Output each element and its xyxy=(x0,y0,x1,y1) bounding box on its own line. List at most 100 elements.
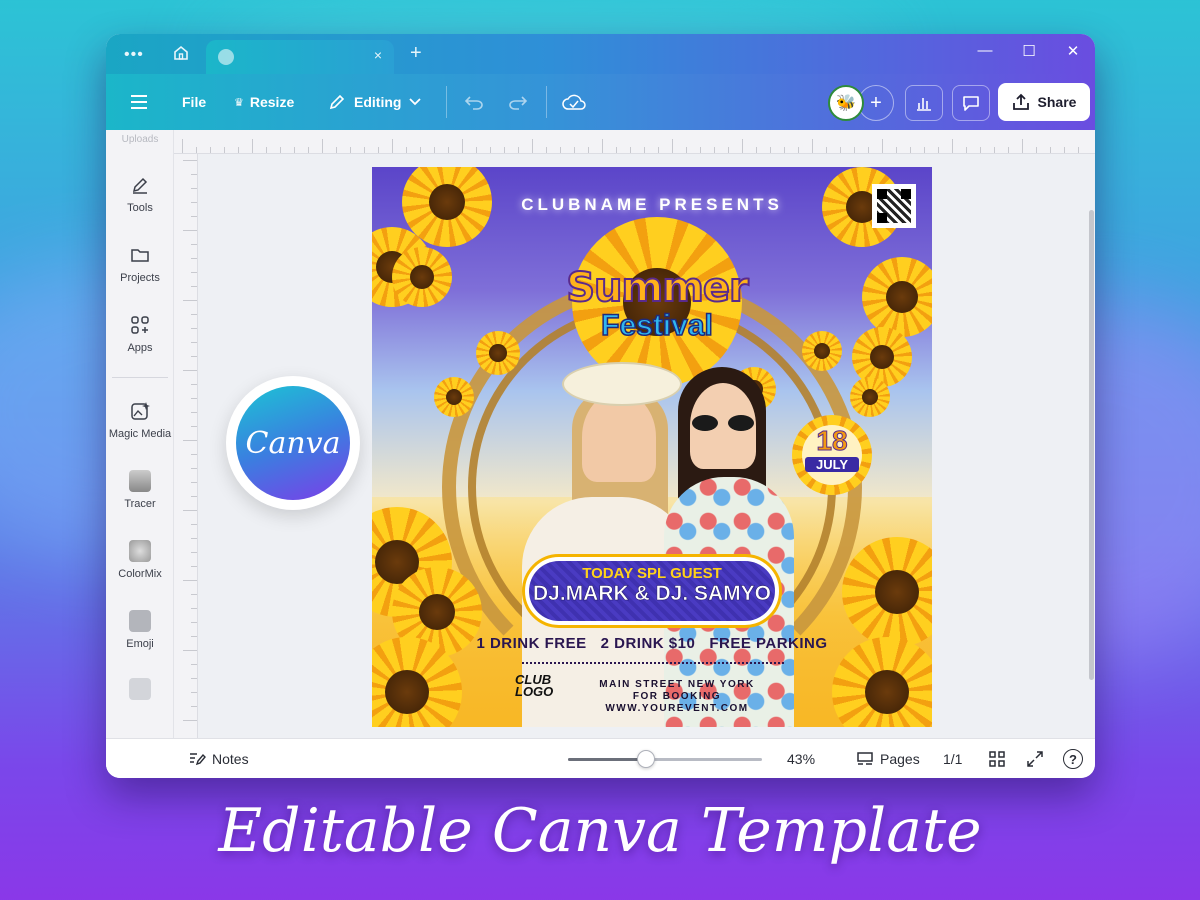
ruler-tick xyxy=(658,147,659,153)
share-button[interactable]: Share xyxy=(998,83,1090,121)
canva-tab-icon xyxy=(218,49,234,65)
horizontal-ruler xyxy=(174,130,1095,154)
ruler-tick xyxy=(392,139,393,153)
close-window-icon[interactable]: ✕ xyxy=(1058,42,1088,60)
resize-label: Resize xyxy=(249,94,295,110)
more-menu-icon[interactable]: ••• xyxy=(124,46,144,64)
editing-mode-dropdown[interactable]: Editing xyxy=(328,74,422,130)
new-tab-icon[interactable]: + xyxy=(410,42,422,65)
sidebar-item-magic-media[interactable]: Magic Media xyxy=(106,400,174,440)
ruler-tick xyxy=(191,636,197,637)
tab-canva-design[interactable]: × xyxy=(206,40,394,74)
flyer-presenter[interactable]: CLUBNAME PRESENTS xyxy=(372,195,932,215)
ruler-tick xyxy=(686,147,687,153)
ruler-tick xyxy=(1022,139,1023,153)
comment-icon[interactable] xyxy=(952,85,990,121)
ruler-tick xyxy=(616,147,617,153)
sidebar-item-projects[interactable]: Projects xyxy=(106,244,174,284)
drink-offers[interactable]: 1 DRINK FREE 2 DRINK $10 FREE PARKING xyxy=(372,635,932,652)
ruler-tick xyxy=(350,147,351,153)
ruler-tick xyxy=(518,147,519,153)
ruler-tick xyxy=(966,147,967,153)
club-logo[interactable]: CLUB LOGO xyxy=(515,673,555,698)
sun-hat xyxy=(562,362,682,406)
file-menu[interactable]: File xyxy=(182,74,206,130)
date-day: 18 xyxy=(816,425,848,457)
notes-button[interactable]: Notes xyxy=(188,739,249,778)
sunflower-icon xyxy=(802,331,842,371)
ruler-tick xyxy=(191,258,197,259)
title-bar: ••• × + — ☐ ✕ xyxy=(106,34,1095,74)
resize-button[interactable]: ♛ Resize xyxy=(234,74,294,130)
minimize-icon[interactable]: — xyxy=(970,42,1000,59)
flyer-title-summer[interactable]: Summer xyxy=(562,264,752,312)
grid-view-icon[interactable] xyxy=(988,739,1006,778)
ruler-tick xyxy=(191,706,197,707)
booking-line: FOR BOOKING WWW.YOUREVENT.COM xyxy=(605,691,749,714)
undo-icon[interactable] xyxy=(464,74,484,130)
ruler-tick xyxy=(420,147,421,153)
home-icon[interactable] xyxy=(172,44,190,62)
main-menu-icon[interactable] xyxy=(130,74,148,130)
guest-banner[interactable]: TODAY SPL GUEST DJ.MARK & DJ. SAMYO xyxy=(522,554,782,628)
event-address[interactable]: MAIN STREET NEW YORK FOR BOOKING WWW.YOU… xyxy=(567,679,787,715)
date-month: JULY xyxy=(805,457,859,472)
help-button[interactable]: ? xyxy=(1063,739,1083,778)
ruler-tick xyxy=(756,147,757,153)
sunflower-icon xyxy=(434,377,474,417)
cloud-saved-icon[interactable] xyxy=(562,74,586,130)
sidebar-item-uploads[interactable]: Uploads xyxy=(106,134,174,145)
sidebar-item-label: Emoji xyxy=(126,638,154,650)
user-avatar[interactable]: 🐝 xyxy=(828,85,864,121)
flyer-title-festival[interactable]: Festival xyxy=(582,308,732,343)
flyer-design[interactable]: CLUBNAME PRESENTS Summer Festival 18 JUL… xyxy=(372,167,932,727)
ruler-tick xyxy=(191,188,197,189)
ruler-tick xyxy=(191,398,197,399)
ruler-tick xyxy=(183,720,197,721)
ruler-tick xyxy=(183,230,197,231)
ruler-tick xyxy=(183,440,197,441)
ruler-tick xyxy=(910,147,911,153)
ruler-tick xyxy=(191,524,197,525)
sidebar-item-emoji[interactable]: Emoji xyxy=(106,610,174,650)
vertical-scrollbar[interactable] xyxy=(1089,210,1094,680)
sunflower-icon xyxy=(862,257,932,337)
ruler-tick xyxy=(191,496,197,497)
ruler-tick xyxy=(191,174,197,175)
zoom-percentage[interactable]: 43% xyxy=(787,739,815,778)
sidebar-item-apps[interactable]: Apps xyxy=(106,314,174,354)
ruler-tick xyxy=(840,147,841,153)
ruler-tick xyxy=(882,139,883,153)
notes-label: Notes xyxy=(212,751,249,767)
ruler-tick xyxy=(191,356,197,357)
fullscreen-icon[interactable] xyxy=(1026,739,1044,778)
maximize-icon[interactable]: ☐ xyxy=(1014,42,1044,60)
sidebar-item-tracer[interactable]: Tracer xyxy=(106,470,174,510)
ruler-tick xyxy=(336,147,337,153)
pages-button[interactable]: Pages xyxy=(856,739,920,778)
insights-icon[interactable] xyxy=(905,85,943,121)
redo-icon[interactable] xyxy=(508,74,528,130)
ruler-tick xyxy=(191,202,197,203)
sidebar-item-partial[interactable] xyxy=(106,678,174,706)
help-icon: ? xyxy=(1063,749,1083,769)
ruler-tick xyxy=(994,147,995,153)
ruler-tick xyxy=(770,147,771,153)
ruler-tick xyxy=(294,147,295,153)
date-badge[interactable]: 18 JULY xyxy=(792,415,872,495)
ruler-tick xyxy=(183,160,197,161)
sidebar-divider xyxy=(112,377,168,378)
editing-label: Editing xyxy=(354,94,402,110)
close-tab-icon[interactable]: × xyxy=(374,47,382,63)
ruler-tick xyxy=(210,147,211,153)
ruler-tick xyxy=(1078,147,1079,153)
sidebar-item-colormix[interactable]: ColorMix xyxy=(106,540,174,580)
sidebar-item-tools[interactable]: Tools xyxy=(106,174,174,214)
sidebar-item-label: Magic Media xyxy=(108,428,172,440)
zoom-slider-handle[interactable] xyxy=(636,750,655,768)
ruler-tick xyxy=(798,147,799,153)
zoom-slider[interactable] xyxy=(568,750,762,768)
vertical-ruler xyxy=(174,154,198,738)
ruler-tick xyxy=(308,147,309,153)
qr-code[interactable] xyxy=(872,184,916,228)
